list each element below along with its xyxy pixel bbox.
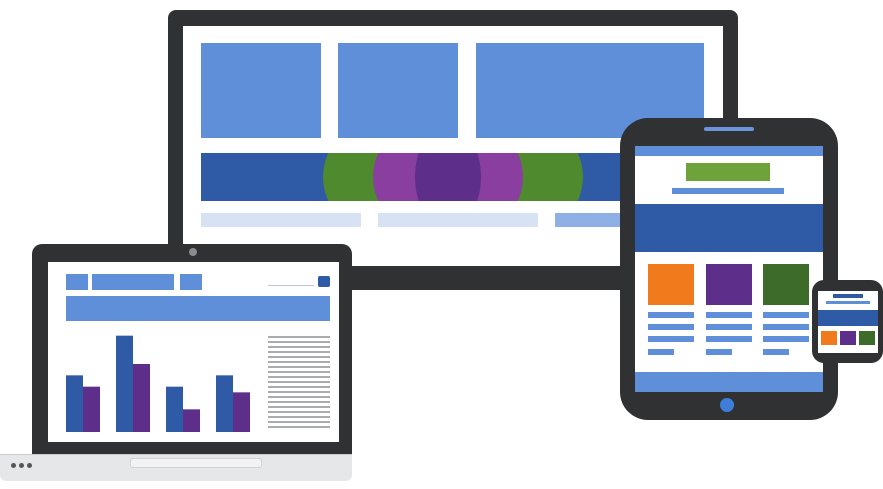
text-line — [268, 406, 330, 408]
desktop-text-bar — [201, 213, 361, 227]
text-line — [268, 411, 330, 413]
text-line — [268, 391, 330, 393]
text-line — [268, 381, 330, 383]
laptop-nav-item[interactable] — [92, 274, 174, 290]
text-line — [268, 401, 330, 403]
phone-card-image[interactable] — [840, 331, 856, 345]
phone-hero-band — [818, 310, 878, 326]
text-line — [268, 351, 330, 353]
chart-bar-2-series-2 — [133, 364, 150, 432]
laptop-camera-icon — [189, 248, 197, 256]
tablet-cta-button[interactable] — [686, 163, 770, 181]
tablet-card-line — [648, 324, 694, 330]
laptop-led-icon — [27, 463, 32, 468]
laptop-led-icon — [19, 463, 24, 468]
tablet-card-line — [706, 349, 732, 355]
tablet-card-line — [763, 324, 809, 330]
phone-card-image[interactable] — [821, 331, 837, 345]
search-icon[interactable] — [318, 276, 330, 287]
text-line — [268, 336, 330, 338]
text-line — [268, 361, 330, 363]
text-line — [268, 371, 330, 373]
tablet-subtitle-bar — [672, 188, 784, 194]
chart-bar-2-series-1 — [116, 335, 133, 432]
tablet-footer — [635, 372, 823, 392]
tablet-card-line — [706, 324, 752, 330]
desktop-text-bar — [378, 213, 538, 227]
text-line — [268, 346, 330, 348]
tablet-card-image[interactable] — [763, 264, 809, 305]
laptop-led-icon — [11, 463, 16, 468]
text-line — [268, 421, 330, 423]
tablet-card-line — [648, 312, 694, 318]
laptop-text-block — [268, 336, 330, 430]
hero-band-dark-purple-circle — [415, 153, 481, 201]
tablet-card-line — [763, 312, 809, 318]
phone-card-image[interactable] — [859, 331, 875, 345]
laptop-nav-item[interactable] — [66, 274, 88, 290]
chart-bar-3-series-2 — [183, 409, 200, 432]
chart-bar-1-series-1 — [66, 375, 83, 432]
laptop-trackpad — [130, 458, 262, 468]
chart-bar-4-series-1 — [216, 375, 233, 432]
text-line — [268, 366, 330, 368]
text-line — [268, 426, 330, 428]
text-line — [268, 356, 330, 358]
desktop-content-tile — [201, 43, 321, 138]
tablet-card-image[interactable] — [706, 264, 752, 305]
text-line — [268, 341, 330, 343]
phone-title-bar — [833, 294, 863, 298]
text-line — [268, 416, 330, 418]
tablet-card-line — [763, 336, 809, 342]
tablet-card-line — [648, 336, 694, 342]
tablet-card-image[interactable] — [648, 264, 694, 305]
text-line — [268, 376, 330, 378]
tablet-card-line — [706, 336, 752, 342]
tablet-speaker — [704, 127, 754, 131]
phone-subtitle-bar — [826, 301, 870, 304]
tablet-card-line — [763, 349, 789, 355]
tablet-hero-band — [635, 204, 823, 252]
desktop-content-tile — [338, 43, 458, 138]
tablet-card-line — [706, 312, 752, 318]
text-line — [268, 386, 330, 388]
chart-bar-3-series-1 — [166, 386, 183, 432]
laptop-nav-item[interactable] — [180, 274, 202, 290]
laptop-bar-chart — [66, 335, 250, 432]
text-line — [268, 396, 330, 398]
home-button-icon[interactable] — [720, 398, 734, 412]
chart-bar-1-series-2 — [83, 386, 100, 432]
laptop-banner — [66, 296, 330, 321]
chart-bar-4-series-2 — [233, 392, 250, 432]
tablet-card-line — [648, 349, 674, 355]
tablet-top-bar — [635, 146, 823, 156]
laptop-search-input[interactable] — [268, 279, 314, 286]
